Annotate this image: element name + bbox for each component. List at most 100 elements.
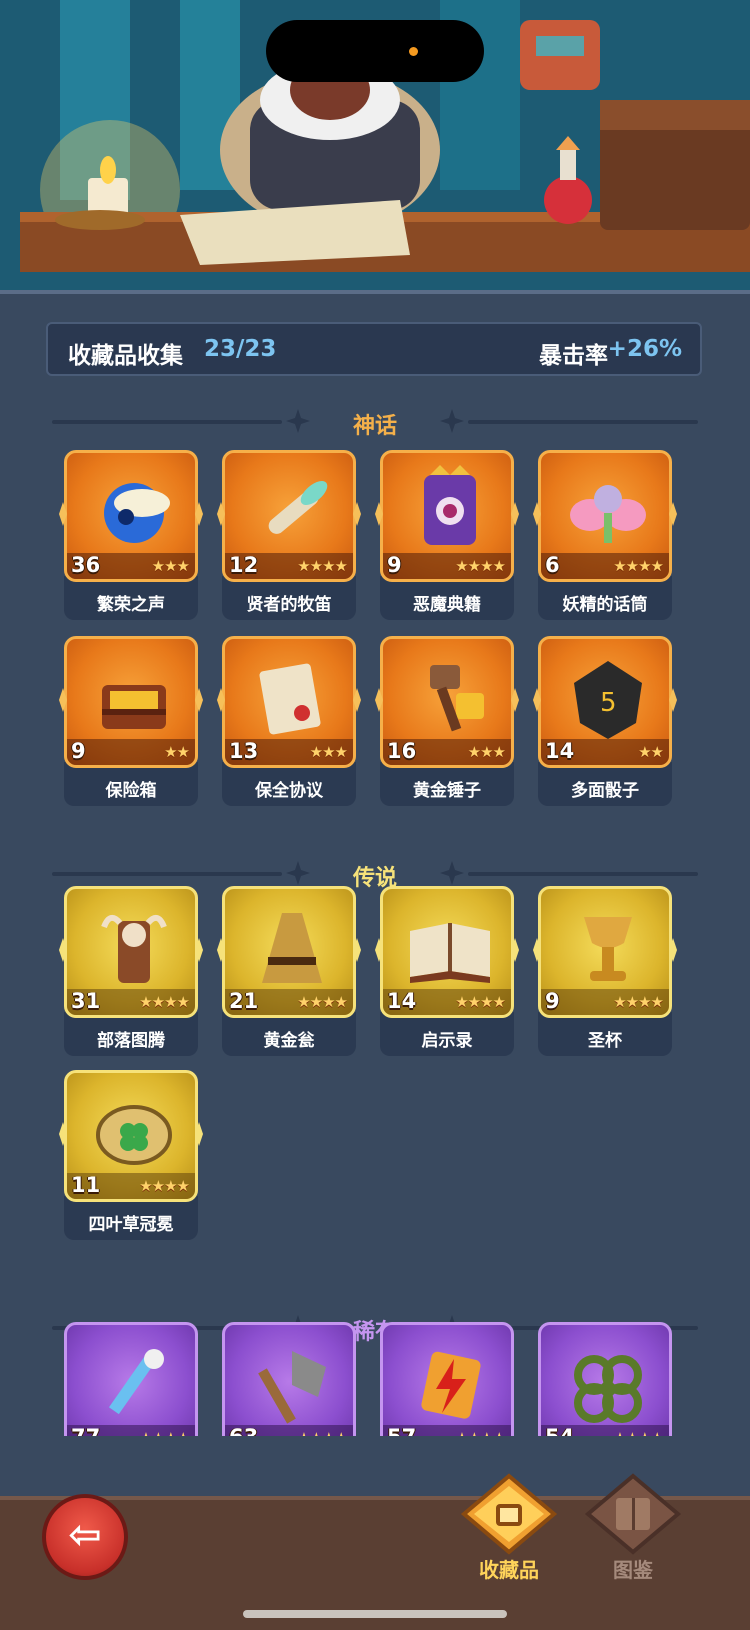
sparkle-icon — [533, 688, 541, 712]
treasure-chest-icon — [102, 685, 166, 729]
camera-notch — [266, 20, 484, 82]
sparkle-icon — [217, 502, 225, 526]
collectible-card[interactable]: 36 ★★★ 繁荣之声 — [59, 450, 203, 620]
totem-icon — [101, 914, 167, 983]
card-stars: ★★★★ — [297, 993, 348, 1011]
card-tile: 6 ★★★★ — [538, 450, 672, 582]
card-stars: ★★★★ — [613, 557, 664, 575]
sparkle-icon — [538, 1377, 541, 1395]
card-level: 31 — [71, 989, 101, 1013]
card-stars: ★★★★ — [613, 1429, 664, 1436]
sparkle-icon — [669, 502, 677, 526]
dice-icon: 5 — [574, 661, 642, 739]
card-stars: ★★★ — [151, 557, 190, 575]
card-stars: ★★★★ — [613, 993, 664, 1011]
sparkle-icon — [375, 938, 383, 962]
contract-icon — [259, 663, 321, 735]
sparkle-icon — [353, 938, 361, 962]
card-level: 21 — [229, 989, 259, 1013]
card-tile: 9 ★★★★ — [538, 886, 672, 1018]
collectible-card[interactable]: 13 ★★★ 保全协议 — [217, 636, 361, 806]
lightning-scroll-icon — [421, 1351, 481, 1419]
tab-collectibles[interactable]: 收藏品 — [454, 1470, 564, 1582]
sparkle-icon — [64, 1377, 67, 1395]
card-level: 36 — [71, 553, 101, 577]
tab-codex-label: 图鉴 — [613, 1558, 653, 1582]
card-level: 14 — [387, 989, 417, 1013]
tab-codex[interactable]: 图鉴 — [578, 1470, 688, 1582]
collectible-card[interactable]: 9 ★★★★ 圣杯 — [533, 886, 677, 1056]
card-tile: 63 ★★★★ — [222, 1322, 356, 1436]
card-name: 圣杯 — [588, 1031, 622, 1051]
section-title-mythic: 神话 — [352, 414, 397, 439]
collectible-card[interactable]: 11 ★★★★ 四叶草冠冕 — [59, 1070, 203, 1240]
sparkle-icon — [195, 1122, 203, 1146]
card-stars: ★★★★ — [297, 557, 348, 575]
card-name: 四叶草冠冕 — [88, 1215, 174, 1235]
collection-summary-bar: 收藏品收集 23/23 暴击率 +26% — [46, 322, 702, 376]
collection-count: 23/23 — [204, 336, 277, 362]
card-level: 13 — [229, 739, 259, 763]
card-tile: 21 ★★★★ — [222, 886, 356, 1018]
sparkle-icon — [511, 502, 519, 526]
sparkle-icon — [353, 502, 361, 526]
card-level: 57 — [387, 1425, 416, 1436]
card-tile: 12 ★★★★ — [222, 450, 356, 582]
card-level: 16 — [387, 739, 417, 763]
collectible-card[interactable]: 31 ★★★★ 部落图腾 — [59, 886, 203, 1056]
collectible-card[interactable]: 9 ★★ 保险箱 — [59, 636, 203, 806]
card-stars: ★★★★ — [139, 993, 190, 1011]
sparkle-icon — [59, 938, 67, 962]
card-name: 繁荣之声 — [97, 595, 165, 615]
card-level: 14 — [545, 739, 575, 763]
card-name: 启示录 — [421, 1031, 473, 1051]
collectible-card[interactable]: 16 ★★★ 黄金锤子 — [375, 636, 519, 806]
collectible-card[interactable]: 9 ★★★★ 恶魔典籍 — [375, 450, 519, 620]
card-stars: ★★★★ — [455, 557, 506, 575]
collectible-card[interactable]: 63 ★★★★ — [222, 1322, 356, 1436]
collectible-card[interactable]: 14 ★★★★ 启示录 — [375, 886, 519, 1056]
card-stars: ★★★★ — [455, 1429, 506, 1436]
sparkle-icon — [533, 502, 541, 526]
card-tile: 13 ★★★ — [222, 636, 356, 768]
sparkle-icon — [222, 1377, 225, 1395]
thorn-rings-icon — [574, 1355, 642, 1423]
back-button[interactable]: ⇦ — [42, 1494, 128, 1580]
card-stars: ★★★ — [467, 743, 506, 761]
collection-title: 收藏品收集 — [68, 343, 183, 369]
section-header-mythic: 神话 — [52, 406, 698, 439]
card-name: 贤者的牧笛 — [246, 595, 332, 615]
card-level: 77 — [71, 1425, 100, 1436]
sparkle-icon — [353, 1377, 356, 1395]
clover-crown-icon — [96, 1105, 172, 1165]
collectible-card[interactable]: 12 ★★★★ 贤者的牧笛 — [217, 450, 361, 620]
camera-dot — [409, 47, 418, 56]
card-tile: 54 ★★★★ — [538, 1322, 672, 1436]
collectible-card[interactable]: 77 ★★★★ — [64, 1322, 198, 1436]
lyre-icon — [460, 1473, 558, 1555]
card-name: 妖精的话筒 — [562, 595, 648, 615]
sparkle-icon — [669, 1377, 672, 1395]
sparkle-icon — [59, 1122, 67, 1146]
card-level: 63 — [229, 1425, 258, 1436]
sparkle-icon — [195, 502, 203, 526]
card-name: 恶魔典籍 — [413, 595, 481, 615]
card-tile: 36 ★★★ — [64, 450, 198, 582]
card-level: 9 — [387, 553, 402, 577]
collectible-card[interactable]: 54 ★★★★ — [538, 1322, 672, 1436]
codex-book-icon — [584, 1473, 682, 1555]
collectible-card[interactable]: 21 ★★★★ 黄金瓮 — [217, 886, 361, 1056]
card-name: 保险箱 — [105, 781, 157, 801]
tab-collectibles-label: 收藏品 — [479, 1558, 539, 1582]
card-stars: ★★★★ — [139, 1177, 190, 1195]
collectible-card[interactable]: 6 ★★★★ 妖精的话筒 — [533, 450, 677, 620]
collectible-card[interactable]: 5 14 ★★ 多面骰子 — [533, 636, 677, 806]
card-tile: 5 14 ★★ — [538, 636, 672, 768]
card-level: 54 — [545, 1425, 574, 1436]
sparkle-icon — [59, 688, 67, 712]
crit-rate-value: +26% — [607, 336, 682, 362]
collectible-card[interactable]: 57 ★★★★ — [380, 1322, 514, 1436]
card-stars: ★★ — [638, 743, 664, 761]
card-tile: 11 ★★★★ — [64, 1070, 198, 1202]
sparkle-icon — [375, 688, 383, 712]
